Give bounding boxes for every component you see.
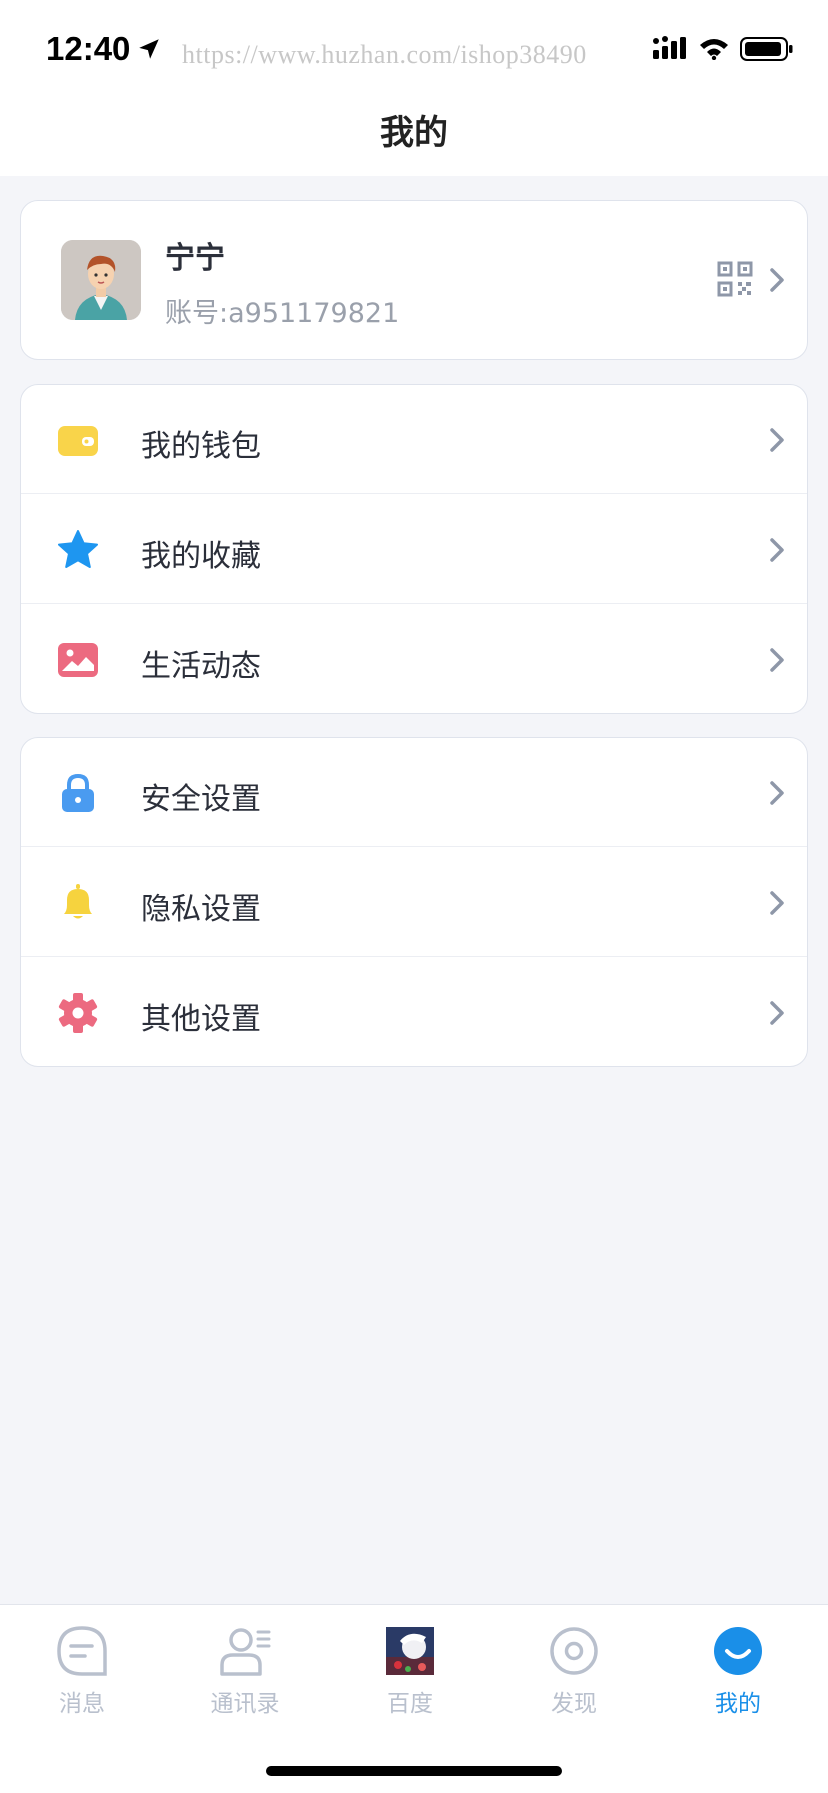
tab-bar: 消息 通讯录 百度 发现 我的 <box>0 1604 828 1793</box>
nav-bar: 我的 <box>0 96 828 176</box>
status-bar: 12:40 https://www.huzhan.com/ishop38490 <box>0 0 828 96</box>
tab-baidu[interactable]: 百度 <box>350 1625 470 1718</box>
tab-label: 消息 <box>59 1691 105 1717</box>
bell-icon <box>64 884 92 919</box>
chevron-right-icon <box>770 1001 784 1025</box>
battery-icon <box>740 37 793 61</box>
menu-item-label: 安全设置 <box>141 782 261 817</box>
tab-contacts[interactable]: 通讯录 <box>185 1625 305 1718</box>
menu-item-label: 其他设置 <box>141 1002 261 1037</box>
menu-item-privacy[interactable]: 隐私设置 <box>21 848 807 957</box>
menu-item-label: 隐私设置 <box>141 892 261 927</box>
menu-item-favorites[interactable]: 我的收藏 <box>21 495 807 604</box>
me-icon <box>714 1627 762 1675</box>
photo-icon <box>58 643 98 677</box>
profile-account: 账号:a951179821 <box>165 298 400 329</box>
location-arrow-icon <box>139 39 159 59</box>
divider <box>21 846 807 847</box>
tab-label: 百度 <box>387 1691 433 1717</box>
profile-name: 宁宁 <box>165 241 225 276</box>
chevron-right-icon <box>770 538 784 562</box>
menu-group-personal: 我的钱包 我的收藏 生活动态 <box>20 384 808 714</box>
tab-label: 通讯录 <box>210 1691 280 1717</box>
tab-label: 发现 <box>551 1691 597 1717</box>
discover-icon <box>550 1627 598 1675</box>
baidu-thumbnail <box>386 1627 434 1675</box>
tab-me[interactable]: 我的 <box>678 1625 798 1718</box>
chevron-right-icon <box>770 891 784 915</box>
star-icon <box>58 530 98 568</box>
home-indicator <box>266 1766 562 1776</box>
message-icon <box>57 1626 107 1676</box>
contacts-icon <box>220 1628 271 1676</box>
tab-messages[interactable]: 消息 <box>22 1625 142 1718</box>
profile-card[interactable]: 宁宁 账号:a951179821 <box>20 200 808 360</box>
chevron-right-icon <box>770 648 784 672</box>
chevron-right-icon <box>770 428 784 452</box>
chevron-right-icon[interactable] <box>769 267 785 293</box>
wifi-icon <box>700 39 728 60</box>
avatar[interactable] <box>61 240 141 320</box>
divider <box>21 493 807 494</box>
menu-item-label: 我的收藏 <box>141 539 261 574</box>
tab-label: 我的 <box>715 1691 761 1717</box>
status-time: 12:40 <box>46 30 131 67</box>
wallet-icon <box>58 426 98 456</box>
menu-item-label: 生活动态 <box>141 649 261 684</box>
page-title: 我的 <box>380 113 448 153</box>
chevron-right-icon <box>770 781 784 805</box>
tab-discover[interactable]: 发现 <box>514 1625 634 1718</box>
menu-item-security[interactable]: 安全设置 <box>21 738 807 847</box>
gear-icon <box>58 993 98 1033</box>
watermark-text: https://www.huzhan.com/ishop38490 <box>182 40 587 69</box>
divider <box>21 603 807 604</box>
menu-group-settings: 安全设置 隐私设置 其他设置 <box>20 737 808 1067</box>
qr-code-icon[interactable] <box>717 261 753 297</box>
avatar-illustration <box>61 240 141 320</box>
divider <box>21 956 807 957</box>
lock-icon <box>62 773 94 812</box>
menu-item-label: 我的钱包 <box>141 429 261 464</box>
cellular-signal-icon <box>653 36 686 59</box>
menu-item-other-settings[interactable]: 其他设置 <box>21 958 807 1067</box>
menu-item-moments[interactable]: 生活动态 <box>21 605 807 714</box>
menu-item-wallet[interactable]: 我的钱包 <box>21 385 807 494</box>
